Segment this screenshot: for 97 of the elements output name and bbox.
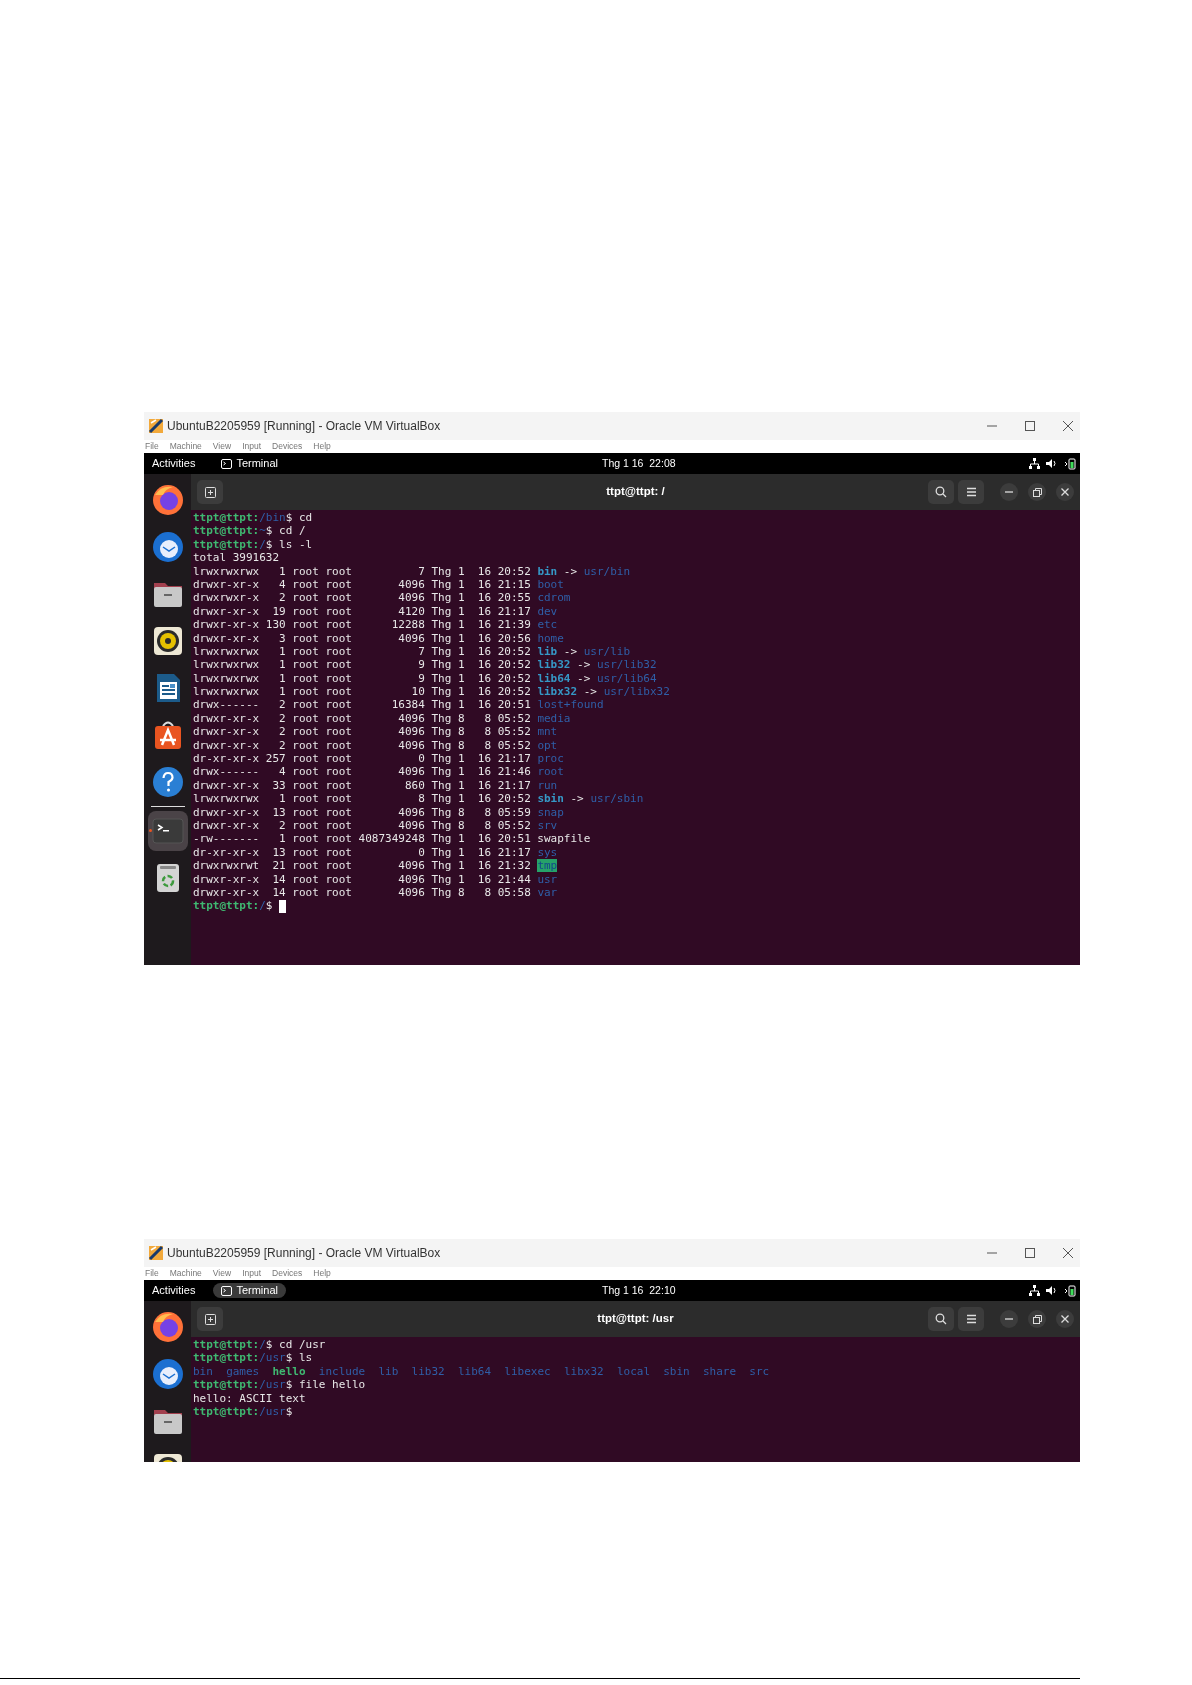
search-button[interactable] <box>928 1307 954 1331</box>
terminal-line: drwxr-xr-x 2 root root 4096 Thg 8 8 05:52 media <box>193 711 571 726</box>
terminal-line: ttpt@ttpt:/$ cd /usr <box>193 1338 326 1352</box>
terminal-line: drwxr-xr-x 14 root root 4096 Thg 1 16 21:44 usr <box>193 872 558 886</box>
terminal-line: ttpt@ttpt:/$ ls -l <box>193 537 313 552</box>
menu-item[interactable]: Devices <box>272 1269 303 1278</box>
terminal-icon[interactable] <box>147 811 188 851</box>
terminal-line: drwxr-xr-x 2 root root 4096 Thg 8 8 05:52 opt <box>193 738 558 753</box>
terminal-line: ttpt@ttpt:/$ <box>193 899 274 913</box>
network-icon[interactable] <box>1029 1285 1040 1296</box>
menu-item[interactable]: Input <box>242 1269 262 1278</box>
menu-item[interactable]: View <box>212 442 232 451</box>
close-icon[interactable] <box>1062 1247 1074 1259</box>
menu-item[interactable]: File <box>145 442 159 451</box>
maximize-icon[interactable] <box>1024 1247 1036 1259</box>
activities-button[interactable]: Activities <box>152 455 196 472</box>
terminal-line: ttpt@ttpt:~$ cd / <box>193 524 306 538</box>
minimize-button[interactable] <box>1000 1310 1018 1328</box>
terminal-line: lrwxrwxrwx 1 root root 10 Thg 1 16 20:52 libx32 -> usr/libx32 <box>193 685 670 699</box>
terminal-line: lrwxrwxrwx 1 root root 9 Thg 1 16 20:52 lib64 -> usr/lib64 <box>193 671 657 686</box>
menu-item[interactable]: View <box>212 1269 232 1278</box>
menu-button[interactable] <box>958 1307 984 1331</box>
restore-icon <box>1032 1314 1042 1324</box>
terminal-line: ttpt@ttpt:/usr$ ls <box>193 1351 313 1365</box>
terminal-line: hello: ASCII text <box>193 1391 306 1405</box>
close-icon[interactable] <box>1062 420 1074 432</box>
clock[interactable]: Thg 1 16 22:08 <box>602 455 676 472</box>
window-title: UbuntuB2205959 [Running] - Oracle VM VirtualBox <box>167 418 441 435</box>
terminal-line: drwxr-xr-x 3 root root 4096 Thg 1 16 20:56 home <box>193 631 564 645</box>
minimize-icon <box>1005 491 1013 493</box>
terminal-line: drwxr-xr-x 130 root root 12288 Thg 1 16 21:39 etc <box>193 618 558 632</box>
terminal-icon <box>221 458 233 469</box>
search-icon <box>935 1313 947 1325</box>
menu-item[interactable]: Help <box>313 442 331 451</box>
terminal-line: drwxr-xr-x 33 root root 860 Thg 1 16 21:17 run <box>193 778 558 793</box>
terminal-line: ttpt@ttpt:/usr$ <box>193 1404 293 1419</box>
restore-button[interactable] <box>1028 483 1046 501</box>
terminal-line: drwx------ 4 root root 4096 Thg 1 16 21:46 root <box>193 765 564 779</box>
menu-item[interactable]: Machine <box>169 1269 202 1278</box>
virtualbox-icon <box>148 418 164 434</box>
new-tab-button[interactable] <box>197 480 223 504</box>
terminal-line: ttpt@ttpt:/bin$ cd <box>193 511 313 525</box>
terminal-line: lrwxrwxrwx 1 root root 8 Thg 1 16 20:52 sbin -> usr/sbin <box>193 792 644 806</box>
terminal-line: drwxr-xr-x 2 root root 4096 Thg 8 8 05:52 srv <box>193 819 558 833</box>
virtualbox-icon <box>148 1245 164 1261</box>
terminal-line: drwx------ 2 root root 16384 Thg 1 16 20:51 lost+found <box>193 698 604 712</box>
network-icon[interactable] <box>1029 458 1040 469</box>
close-icon <box>1061 1315 1069 1323</box>
minimize-icon <box>1005 1318 1013 1320</box>
maximize-icon[interactable] <box>1024 420 1036 432</box>
terminal-line: total 3991632 <box>193 551 280 565</box>
close-icon <box>1061 488 1069 496</box>
terminal-line: drwxr-xr-x 14 root root 4096 Thg 8 8 05:58 var <box>193 885 558 900</box>
terminal-line: bin games hello include lib lib32 lib64 libexec libx32 local sbin share src <box>193 1364 770 1379</box>
menu-icon <box>965 1314 977 1324</box>
clock[interactable]: Thg 1 16 22:10 <box>602 1282 676 1299</box>
restore-icon <box>1032 487 1042 497</box>
volume-icon[interactable] <box>1046 1285 1058 1296</box>
menu-button[interactable] <box>958 480 984 504</box>
menu-item[interactable]: Input <box>242 442 262 451</box>
close-button[interactable] <box>1056 483 1074 501</box>
menu-icon <box>965 487 977 497</box>
menu-item[interactable]: Machine <box>169 442 202 451</box>
search-button[interactable] <box>928 480 954 504</box>
terminal-icon <box>221 1285 233 1296</box>
plus-icon <box>204 486 216 498</box>
terminal-line: drwxrwxr-x 2 root root 4096 Thg 1 16 20:55 cdrom <box>193 591 571 605</box>
restore-button[interactable] <box>1028 1310 1046 1328</box>
terminal-line: lrwxrwxrwx 1 root root 7 Thg 1 16 20:52 lib -> usr/lib <box>193 644 631 659</box>
app-menu-button[interactable]: Terminal <box>213 456 286 471</box>
terminal-line: lrwxrwxrwx 1 root root 9 Thg 1 16 20:52 lib32 -> usr/lib32 <box>193 658 657 672</box>
terminal-line: dr-xr-xr-x 13 root root 0 Thg 1 16 21:17 sys <box>193 845 558 860</box>
new-tab-button[interactable] <box>197 1307 223 1331</box>
terminal-line: ttpt@ttpt:/usr$ file hello <box>193 1378 366 1392</box>
terminal-line: lrwxrwxrwx 1 root root 7 Thg 1 16 20:52 bin -> usr/bin <box>193 564 631 578</box>
activities-button[interactable]: Activities <box>152 1282 196 1299</box>
terminal-line: drwxr-xr-x 2 root root 4096 Thg 8 8 05:52 mnt <box>193 725 558 739</box>
terminal-title: ttpt@ttpt: / <box>606 484 665 500</box>
terminal-line: -rw------- 1 root root 4087349248 Thg 1 16 20:51 swapfile <box>193 832 591 846</box>
battery-icon[interactable] <box>1064 1284 1076 1297</box>
plus-icon <box>204 1313 216 1325</box>
terminal-line: drwxr-xr-x 19 root root 4120 Thg 1 16 21:17 dev <box>193 604 558 619</box>
app-menu-button[interactable]: Terminal <box>213 1283 286 1298</box>
window-title: UbuntuB2205959 [Running] - Oracle VM VirtualBox <box>167 1245 441 1262</box>
terminal-line: drwxrwxrwt 21 root root 4096 Thg 1 16 21:32 tmp <box>193 859 558 873</box>
menu-item[interactable]: Devices <box>272 442 303 451</box>
terminal-line: drwxr-xr-x 4 root root 4096 Thg 1 16 21:15 boot <box>193 577 564 592</box>
menu-item[interactable]: File <box>145 1269 159 1278</box>
battery-icon[interactable] <box>1064 457 1076 470</box>
menu-item[interactable]: Help <box>313 1269 331 1278</box>
search-icon <box>935 486 947 498</box>
terminal-line: dr-xr-xr-x 257 root root 0 Thg 1 16 21:17 proc <box>193 752 564 766</box>
close-button[interactable] <box>1056 1310 1074 1328</box>
terminal-line: drwxr-xr-x 13 root root 4096 Thg 8 8 05:59 snap <box>193 805 564 819</box>
terminal-title: ttpt@ttpt: /usr <box>597 1311 674 1327</box>
volume-icon[interactable] <box>1046 458 1058 469</box>
minimize-button[interactable] <box>1000 483 1018 501</box>
